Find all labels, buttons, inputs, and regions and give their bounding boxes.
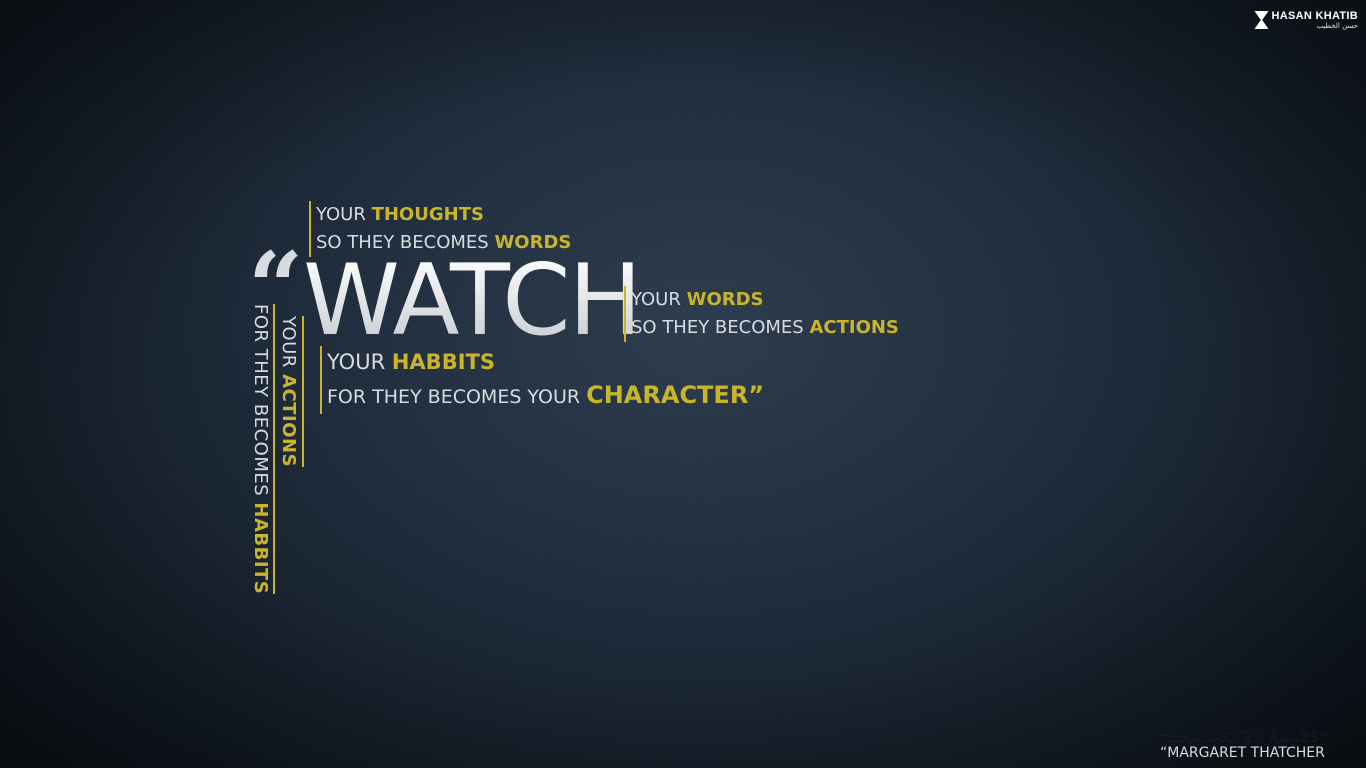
logo-name: HASAN KHATIB <box>1271 10 1358 22</box>
watch-heading: WATCH <box>303 244 642 358</box>
quote-highlight: HABBITS <box>250 502 271 595</box>
quote-line-your-words: YOUR WORDS <box>631 286 899 314</box>
quote-highlight: CHARACTER” <box>586 381 765 409</box>
quote-text: SO THEY BECOMES <box>631 317 810 338</box>
logo-text: HASAN KHATIB حسن الخطيب <box>1271 10 1358 30</box>
author-attribution: “MARGARET THATCHER <box>1160 745 1325 761</box>
quote-text: FOR THEY BECOMES <box>250 304 271 503</box>
quote-highlight: ACTIONS <box>809 317 899 338</box>
quote-text: YOUR <box>316 204 372 225</box>
quote-text: YOUR <box>278 316 299 375</box>
quote-line-your-thoughts: YOUR THOUGHTS <box>316 201 571 229</box>
logo-subtitle: حسن الخطيب <box>1316 22 1358 30</box>
quote-line-become-actions: SO THEY BECOMES ACTIONS <box>631 314 899 342</box>
character-rules-caption: “CHARACTER RULES” <box>1160 729 1329 745</box>
vertical-text-become-habbits: FOR THEY BECOMES HABBITS <box>250 304 275 595</box>
quote-block-habits: YOUR HABBITS FOR THEY BECOMES YOUR CHARA… <box>320 346 764 414</box>
quote-text: FOR THEY BECOMES YOUR <box>327 386 587 408</box>
vertical-text-your-actions: YOUR ACTIONS <box>278 316 304 468</box>
quote-highlight: THOUGHTS <box>371 204 484 225</box>
quote-highlight: HABBITS <box>391 350 495 374</box>
quote-line-your-habbits: YOUR HABBITS <box>327 346 764 379</box>
quote-highlight: WORDS <box>686 289 764 310</box>
quote-text: YOUR <box>631 289 687 310</box>
quote-block-words: YOUR WORDS SO THEY BECOMES ACTIONS <box>624 286 899 342</box>
quote-text: YOUR <box>327 350 392 374</box>
quote-line-become-character: FOR THEY BECOMES YOUR CHARACTER” <box>327 379 764 414</box>
quote-highlight: ACTIONS <box>278 374 299 468</box>
hasan-khatib-logo: HASAN KHATIB حسن الخطيب <box>1254 10 1358 30</box>
hk-logo-icon <box>1254 11 1269 29</box>
